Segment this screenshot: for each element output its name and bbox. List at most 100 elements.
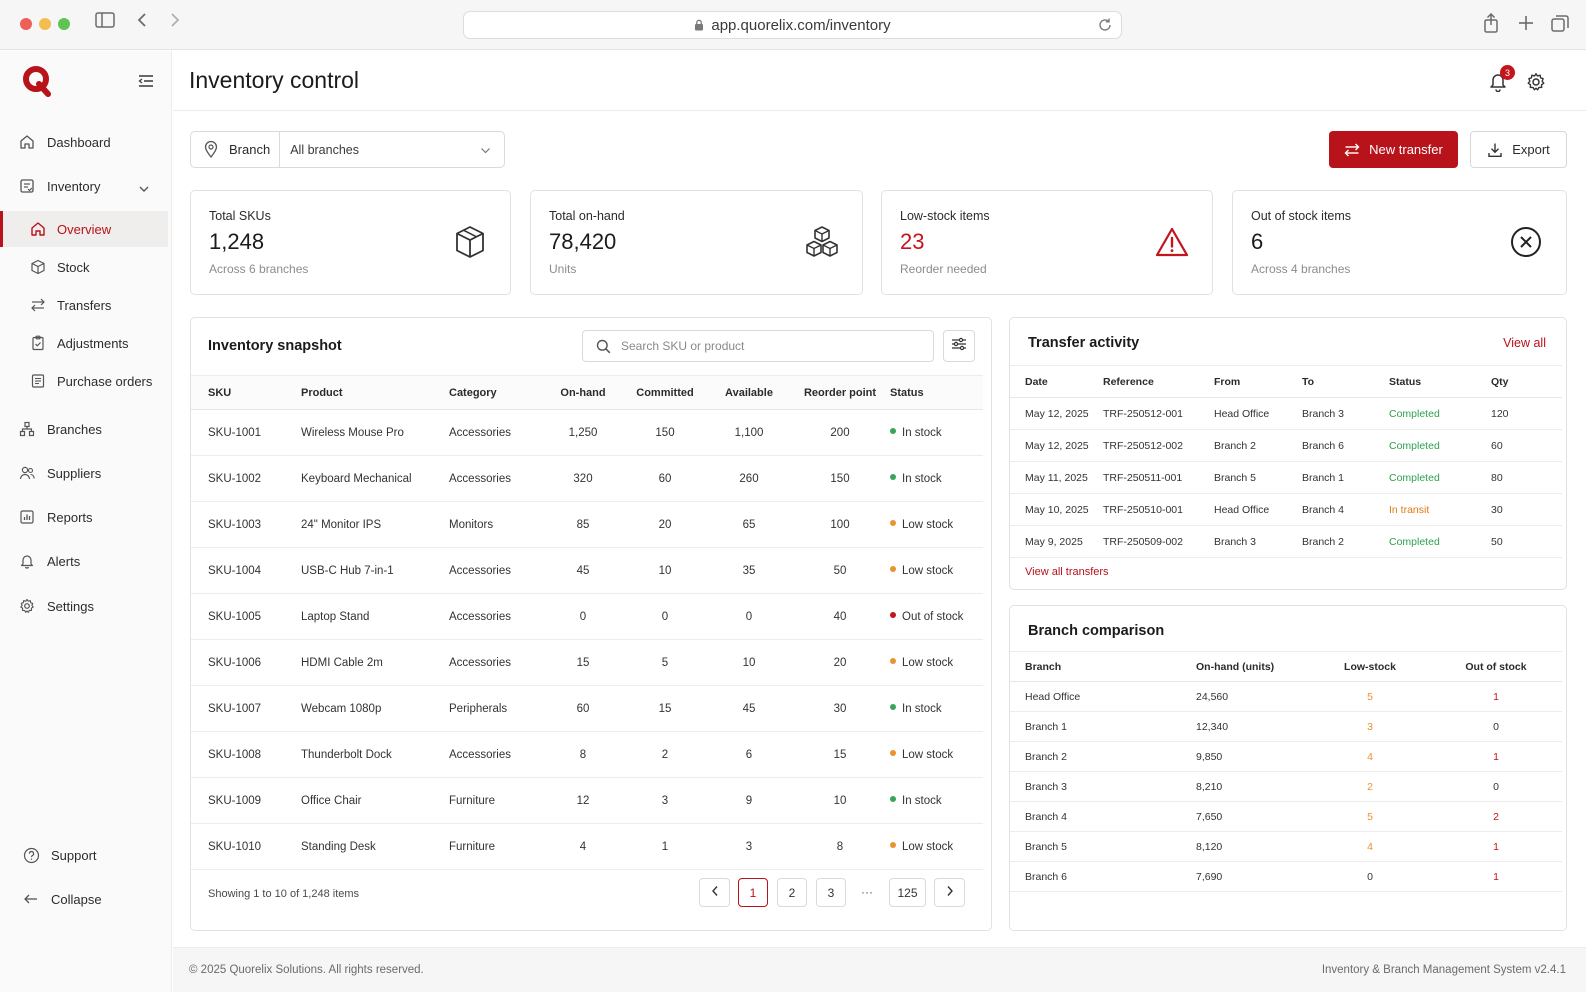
table-row[interactable]: SKU-1010 Standing Desk Furniture 4 1 3 8 Low st… (191, 823, 983, 870)
table-cell: Branch 4 (1302, 493, 1389, 526)
table-row[interactable]: Head Office 24,560 5 1 (1010, 681, 1562, 712)
table-cell: Branch 4 (1010, 801, 1180, 832)
table-cell: Branch 3 (1214, 525, 1302, 558)
table-cell: 24,560 (1180, 681, 1310, 712)
new-transfer-button[interactable]: New transfer (1329, 131, 1458, 168)
column-header[interactable]: Branch (1010, 651, 1180, 682)
filter-options-button[interactable] (943, 330, 975, 362)
sidebar-item-dashboard[interactable]: Dashboard (18, 124, 111, 160)
table-row[interactable]: SKU-1004 USB-C Hub 7-in-1 Accessories 45 10 3… (191, 547, 983, 594)
table-cell: 60 (544, 685, 622, 732)
table-cell: 200 (790, 409, 890, 456)
table-row[interactable]: SKU-1009 Office Chair Furniture 12 3 9 10 In st… (191, 777, 983, 824)
panel-title: Branch comparison (1028, 623, 1165, 639)
table-row[interactable]: May 12, 2025 TRF-250512-001 Head Office Bra… (1010, 397, 1562, 430)
inventory-icon (18, 177, 36, 195)
table-row[interactable]: SKU-1007 Webcam 1080p Peripherals 60 15 45 30 I… (191, 685, 983, 732)
forward-icon[interactable] (169, 12, 181, 28)
app-logo[interactable] (22, 65, 52, 97)
table-row[interactable]: May 9, 2025 TRF-250509-002 Branch 3 Branch … (1010, 525, 1562, 558)
sidebar-item-transfers[interactable]: Transfers (0, 287, 168, 323)
column-header[interactable]: Committed (622, 375, 708, 410)
column-header[interactable]: Status (1389, 365, 1491, 398)
gear-icon[interactable] (1526, 72, 1546, 97)
sidebar-item-alerts[interactable]: Alerts (18, 543, 80, 579)
column-header[interactable]: On-hand (units) (1180, 651, 1310, 682)
table-row[interactable]: May 10, 2025 TRF-250510-001 Head Office Bra… (1010, 493, 1562, 526)
next-page-button[interactable] (934, 878, 965, 907)
previous-page-button[interactable] (699, 878, 730, 907)
inventory-snapshot-panel: Inventory snapshot Search SKU or product… (190, 317, 992, 931)
column-header[interactable]: On-hand (544, 375, 622, 410)
menu-collapse-icon[interactable] (138, 74, 154, 93)
column-header[interactable]: Category (449, 375, 544, 410)
table-row[interactable]: SKU-1003 24" Monitor IPS Monitors 85 20 65 100… (191, 501, 983, 548)
column-header[interactable]: Status (890, 375, 983, 410)
page-button-1[interactable]: 1 (738, 878, 768, 907)
chevron-down-icon[interactable] (138, 181, 150, 196)
column-header[interactable]: Reference (1103, 365, 1214, 398)
table-row[interactable]: Branch 1 12,340 3 0 (1010, 711, 1562, 742)
column-header[interactable]: To (1302, 365, 1389, 398)
status-dot (890, 612, 896, 619)
sidebar-item-purchase-orders[interactable]: Purchase orders (0, 363, 168, 399)
column-header[interactable]: Reorder point (790, 375, 890, 410)
export-button[interactable]: Export (1470, 131, 1567, 168)
minimize-window-button[interactable] (39, 18, 51, 30)
column-header[interactable]: Date (1010, 365, 1103, 398)
sidebar-item-inventory[interactable]: Inventory (18, 168, 154, 204)
sidebar-toggle-icon[interactable] (95, 12, 115, 28)
table-row[interactable]: SKU-1005 Laptop Stand Accessories 0 0 0 40 Out … (191, 593, 983, 640)
new-tab-icon[interactable] (1518, 15, 1534, 31)
table-row[interactable]: SKU-1008 Thunderbolt Dock Accessories 8 2 6 15… (191, 731, 983, 778)
transfer-table: Date Reference From To Status Qty May 12… (1010, 365, 1562, 558)
table-row[interactable]: SKU-1001 Wireless Mouse Pro Accessories 1,2… (191, 409, 983, 456)
column-header[interactable]: Available (708, 375, 790, 410)
table-row[interactable]: Branch 3 8,210 2 0 (1010, 771, 1562, 802)
sidebar-item-suppliers[interactable]: Suppliers (18, 455, 101, 491)
table-row[interactable]: May 11, 2025 TRF-250511-001 Branch 5 Branch… (1010, 461, 1562, 494)
table-row[interactable]: May 12, 2025 TRF-250512-002 Branch 2 Branch… (1010, 429, 1562, 462)
maximize-window-button[interactable] (58, 18, 70, 30)
share-icon[interactable] (1483, 13, 1499, 33)
sidebar-item-stock[interactable]: Stock (0, 249, 168, 285)
table-row[interactable]: SKU-1006 HDMI Cable 2m Accessories 15 5 10 20 L… (191, 639, 983, 686)
table-cell: 2 (1430, 801, 1562, 832)
pagination-ellipsis: ··· (861, 885, 873, 899)
sidebar-item-reports[interactable]: Reports (18, 499, 93, 535)
table-row[interactable]: Branch 5 8,120 4 1 (1010, 831, 1562, 862)
tab-overview-icon[interactable] (1551, 15, 1569, 32)
kpi-label: Low-stock items (900, 209, 990, 223)
column-header[interactable]: SKU (191, 375, 301, 410)
table-row[interactable]: SKU-1002 Keyboard Mechanical Accessories 32… (191, 455, 983, 502)
branch-select[interactable]: All branches (280, 132, 504, 167)
sidebar-item-settings[interactable]: Settings (18, 588, 94, 624)
table-cell: Branch 3 (1302, 397, 1389, 430)
sidebar-item-adjustments[interactable]: Adjustments (0, 325, 168, 361)
sidebar-item-branches[interactable]: Branches (18, 411, 102, 447)
notifications-button[interactable]: 3 (1488, 65, 1515, 97)
reload-icon[interactable] (1097, 17, 1113, 33)
back-icon[interactable] (136, 12, 148, 28)
column-header[interactable]: Qty (1491, 365, 1562, 398)
column-header[interactable]: Low-stock (1310, 651, 1430, 682)
column-header[interactable]: From (1214, 365, 1302, 398)
sidebar-collapse-button[interactable]: Collapse (22, 881, 102, 917)
close-window-button[interactable] (20, 18, 32, 30)
page-button-3[interactable]: 3 (816, 878, 846, 907)
sidebar-item-label: Branches (47, 421, 102, 437)
page-button-2[interactable]: 2 (777, 878, 807, 907)
page-button-last[interactable]: 125 (889, 878, 926, 907)
sidebar-item-support[interactable]: Support (22, 837, 97, 873)
address-bar[interactable]: app.quorelix.com/inventory (463, 11, 1122, 39)
column-header[interactable]: Product (301, 375, 449, 410)
column-header[interactable]: Out of stock (1430, 651, 1562, 682)
view-all-transfers-link[interactable]: View all transfers (1025, 566, 1109, 578)
table-row[interactable]: Branch 4 7,650 5 2 (1010, 801, 1562, 832)
table-cell: Branch 2 (1010, 741, 1180, 772)
table-row[interactable]: Branch 2 9,850 4 1 (1010, 741, 1562, 772)
view-all-link[interactable]: View all (1503, 336, 1546, 350)
table-row[interactable]: Branch 6 7,690 0 1 (1010, 861, 1562, 892)
search-input[interactable]: Search SKU or product (582, 330, 934, 362)
sidebar-item-overview[interactable]: Overview (0, 211, 168, 247)
